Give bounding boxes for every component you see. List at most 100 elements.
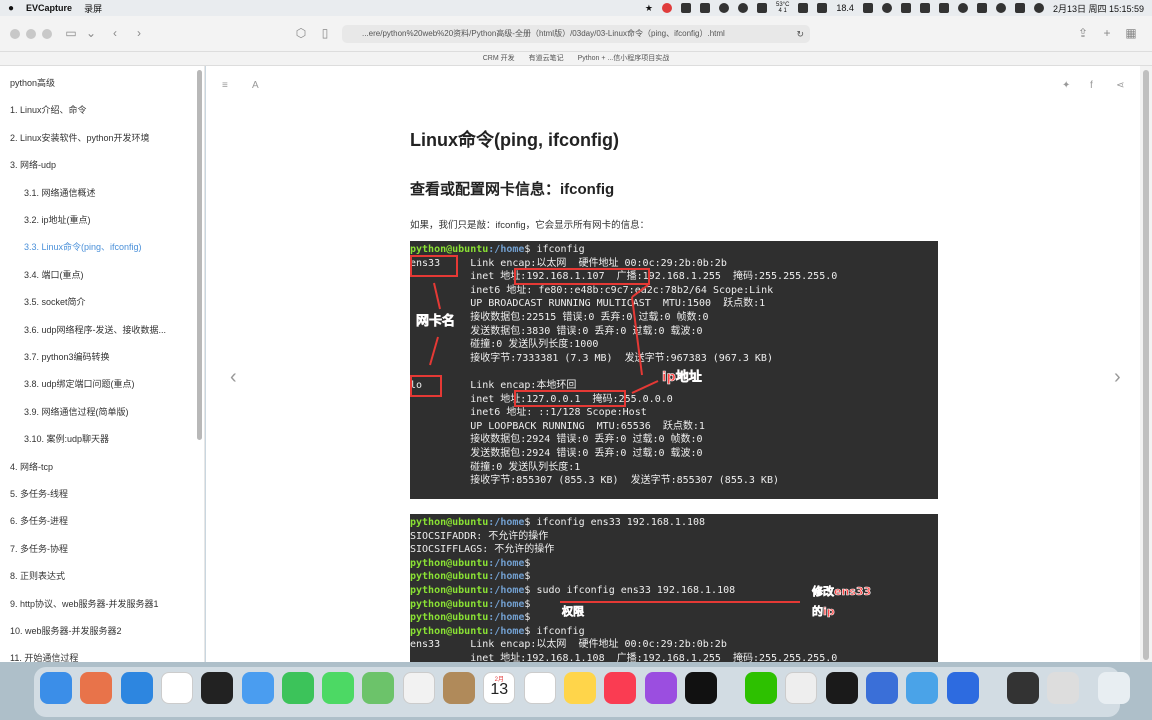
terminal-line: python@ubuntu:/home$ xyxy=(410,598,530,612)
toc-item[interactable]: 3. 网络-udp xyxy=(10,158,56,171)
photos-dock-icon[interactable] xyxy=(402,672,435,704)
toc-item[interactable]: 3.6. udp网络程序-发送、接收数据... xyxy=(24,323,166,336)
finder-dock-icon[interactable] xyxy=(40,672,72,704)
toc-item[interactable]: 3.3. Linux命令(ping、ifconfig) xyxy=(24,240,142,253)
zoom-window-button[interactable] xyxy=(42,29,52,39)
wechat-status-icon[interactable] xyxy=(719,3,729,13)
launchpad-dock-icon[interactable] xyxy=(80,672,113,704)
toc-item[interactable]: 11. 开始通信过程 xyxy=(10,651,78,662)
facetime-dock-icon[interactable] xyxy=(281,672,314,704)
bluetooth-icon[interactable] xyxy=(919,3,930,13)
toc-item[interactable]: 9. http协议、web服务器-并发服务器1 xyxy=(10,597,159,610)
toc-item[interactable]: 3.10. 案例:udp聊天器 xyxy=(24,432,109,445)
user-icon[interactable] xyxy=(1014,3,1025,13)
toc-item[interactable]: 5. 多任务-线程 xyxy=(10,487,68,500)
battery-icon[interactable] xyxy=(938,3,949,13)
toc-item[interactable]: 3.5. socket简介 xyxy=(24,295,86,308)
app-icon-2[interactable] xyxy=(700,3,710,13)
zoom-dock-icon[interactable] xyxy=(946,672,979,704)
toc-item[interactable]: 3.8. udp绑定端口问题(重点) xyxy=(24,377,135,390)
toc-item[interactable]: 3.4. 端口(重点) xyxy=(24,268,84,281)
mail-dock-icon[interactable] xyxy=(241,672,274,704)
volume-icon[interactable] xyxy=(900,3,911,13)
close-window-button[interactable] xyxy=(10,29,20,39)
apple-icon[interactable]: ● xyxy=(8,3,14,14)
new-tab-icon[interactable]: + xyxy=(1100,26,1114,40)
control-center-icon[interactable] xyxy=(976,3,987,13)
next-page-chevron-icon[interactable]: › xyxy=(1114,366,1121,389)
search-icon[interactable] xyxy=(995,3,1006,13)
reader-icon[interactable]: ▯ xyxy=(318,26,332,40)
messages-dock-icon[interactable] xyxy=(322,672,355,704)
share-icon[interactable]: ⇪ xyxy=(1076,26,1090,40)
terminal-dock-icon[interactable] xyxy=(201,672,234,704)
shield-icon[interactable]: ⬡ xyxy=(294,26,308,40)
window1-dock-icon[interactable] xyxy=(1006,672,1039,704)
bookmark-crm[interactable]: CRM 开发 xyxy=(483,52,515,65)
bookmark-youdao[interactable]: 有道云笔记 xyxy=(529,52,564,65)
toc-item[interactable]: python高级 xyxy=(10,76,55,89)
wifi-icon[interactable] xyxy=(957,3,968,13)
app-icon-5[interactable] xyxy=(817,3,828,13)
back-icon[interactable]: ‹ xyxy=(108,26,122,40)
app-icon-4[interactable] xyxy=(798,3,809,13)
chevron-down-icon[interactable]: ⌄ xyxy=(84,26,98,40)
toc-item[interactable]: 3.1. 网络通信概述 xyxy=(24,186,96,199)
app-name[interactable]: EVCapture xyxy=(26,3,72,13)
battery-text[interactable]: 18.4 xyxy=(836,3,854,13)
prev-page-chevron-icon[interactable]: ‹ xyxy=(230,366,237,389)
qq-status-icon[interactable] xyxy=(738,3,748,13)
menu-icon[interactable]: ≡ xyxy=(222,80,228,91)
chrome-dock-icon[interactable] xyxy=(160,672,193,704)
safari-dock-icon[interactable] xyxy=(120,672,153,704)
app-icon-1[interactable] xyxy=(681,3,691,13)
music-dock-icon[interactable] xyxy=(604,672,637,704)
toc-item[interactable]: 7. 多任务-协程 xyxy=(10,542,68,555)
font-icon[interactable]: A xyxy=(252,80,259,91)
window2-dock-icon[interactable] xyxy=(1047,672,1080,704)
toc-item[interactable]: 2. Linux安装软件、python开发环境 xyxy=(10,131,150,144)
url-bar[interactable]: ...ere/python%20web%20资料/Python高级-全册（htm… xyxy=(342,25,810,43)
display-icon[interactable] xyxy=(862,3,873,13)
toc-item[interactable]: 3.9. 网络通信过程(简单版) xyxy=(24,405,129,418)
toc-item[interactable]: 3.2. ip地址(重点) xyxy=(24,213,91,226)
qq-dock-icon[interactable] xyxy=(785,672,818,704)
page-scrollbar[interactable] xyxy=(1140,66,1152,662)
toc-item[interactable]: 3.7. python3编码转换 xyxy=(24,350,110,363)
page-scrollbar-thumb[interactable] xyxy=(1143,70,1149,660)
menu-record[interactable]: 录屏 xyxy=(84,2,102,15)
calendar-dock-icon[interactable]: 2月 13 xyxy=(483,672,516,704)
toc-item[interactable]: 8. 正则表达式 xyxy=(10,569,65,582)
record-icon[interactable] xyxy=(662,3,672,13)
share-alt-icon[interactable]: ⋖ xyxy=(1116,80,1124,91)
reminders-dock-icon[interactable] xyxy=(523,672,556,704)
siri-icon[interactable] xyxy=(1033,3,1044,13)
screens-dock-icon[interactable] xyxy=(866,672,898,704)
toc-item[interactable]: 1. Linux介绍、命令 xyxy=(10,103,87,116)
facebook-icon[interactable]: f xyxy=(1090,80,1093,91)
toc-item[interactable]: 10. web服务器-并发服务器2 xyxy=(10,624,122,637)
tab-overview-icon[interactable]: ▦ xyxy=(1124,26,1138,40)
toc-item[interactable]: 6. 多任务-进程 xyxy=(10,514,68,527)
maps-dock-icon[interactable] xyxy=(362,672,395,704)
pycharm-dock-icon[interactable] xyxy=(825,672,858,704)
sidebar-toggle-icon[interactable]: ▭ xyxy=(64,26,78,40)
toc-item[interactable]: 4. 网络-tcp xyxy=(10,460,53,473)
forward-icon[interactable]: › xyxy=(132,26,146,40)
podcasts-dock-icon[interactable] xyxy=(644,672,677,704)
play-icon[interactable] xyxy=(881,3,892,13)
contacts-dock-icon[interactable] xyxy=(443,672,475,704)
sidebar-scrollbar[interactable] xyxy=(197,70,202,440)
reload-icon[interactable]: ↻ xyxy=(796,25,804,43)
date-time[interactable]: 2月13日 周四 15:15:59 xyxy=(1053,2,1144,15)
app-icon-3[interactable] xyxy=(757,3,767,13)
minimize-window-button[interactable] xyxy=(26,29,36,39)
trash-dock-icon[interactable] xyxy=(1097,672,1130,704)
bookmark-python-miniapp[interactable]: Python + ...信小程序项目实战 xyxy=(578,52,670,65)
wechat-dock-icon[interactable] xyxy=(745,672,778,704)
notes-dock-icon[interactable] xyxy=(563,672,596,704)
evcapture-dock-icon[interactable] xyxy=(906,672,939,704)
twitter-icon[interactable]: ✦ xyxy=(1062,80,1070,91)
star-icon[interactable]: ★ xyxy=(645,3,653,14)
tv-dock-icon[interactable] xyxy=(684,672,717,704)
